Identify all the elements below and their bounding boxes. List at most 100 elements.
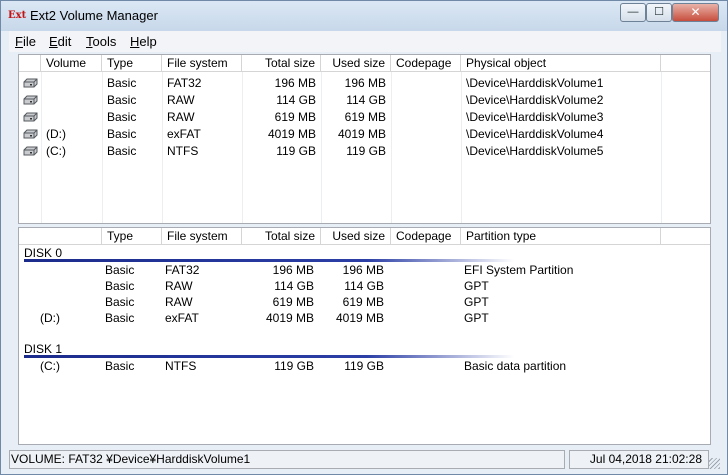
- header-volume[interactable]: [19, 228, 102, 245]
- cell-type: Basic: [105, 263, 135, 277]
- minimize-button[interactable]: —: [620, 3, 646, 22]
- header-icon-column[interactable]: [19, 55, 41, 72]
- cell-file-system: RAW: [165, 295, 193, 309]
- cell-used-size: 4019 MB: [337, 127, 386, 141]
- window-title: Ext2 Volume Manager: [30, 8, 158, 23]
- volume-row[interactable]: Basic FAT32 196 MB 196 MB \Device\Harddi…: [19, 75, 710, 92]
- partition-list[interactable]: Type File system Total size Used size Co…: [18, 227, 711, 445]
- cell-total-size: 196 MB: [274, 76, 316, 90]
- cell-type: Basic: [105, 295, 135, 309]
- cell-total-size: 114 GB: [274, 279, 314, 293]
- hard-disk-icon: [23, 78, 38, 88]
- cell-codepage: [391, 109, 461, 126]
- volume-list[interactable]: Volume Type File system Total size Used …: [18, 54, 711, 224]
- cell-file-system: NTFS: [165, 359, 197, 373]
- cell-type: Basic: [105, 311, 135, 325]
- cell-codepage: [389, 358, 459, 375]
- cell-physical-object: \Device\HarddiskVolume2: [466, 93, 604, 107]
- partition-row[interactable]: Basic FAT32 196 MB 196 MB EFI System Par…: [19, 262, 710, 279]
- cell-volume: (D:): [40, 311, 60, 325]
- cell-total-size: 4019 MB: [267, 127, 316, 141]
- maximize-button[interactable]: ☐: [646, 3, 672, 22]
- status-volume-info: VOLUME: FAT32 ¥Device¥HarddiskVolume1: [9, 450, 565, 469]
- hard-disk-icon: [23, 95, 38, 105]
- cell-file-system: RAW: [165, 279, 193, 293]
- hard-disk-icon: [23, 146, 38, 156]
- header-total-size[interactable]: Total size: [242, 228, 321, 245]
- cell-total-size: 619 MB: [274, 110, 316, 124]
- cell-total-size: 114 GB: [276, 93, 316, 107]
- header-file-system[interactable]: File system: [162, 228, 242, 245]
- resize-grip-icon[interactable]: [709, 458, 720, 469]
- cell-volume: (D:): [46, 127, 66, 141]
- cell-codepage: [391, 143, 461, 160]
- cell-volume: [41, 75, 102, 92]
- header-type[interactable]: Type: [102, 55, 162, 72]
- title-bar[interactable]: Ext Ext2 Volume Manager — ☐ ✕: [1, 1, 727, 31]
- cell-type: Basic: [107, 110, 137, 124]
- cell-codepage: [391, 126, 461, 143]
- volume-row[interactable]: (C:) Basic NTFS 119 GB 119 GB \Device\Ha…: [19, 143, 710, 160]
- header-file-system[interactable]: File system: [162, 55, 242, 72]
- cell-type: Basic: [107, 93, 137, 107]
- cell-physical-object: \Device\HarddiskVolume5: [466, 144, 604, 158]
- cell-physical-object: \Device\HarddiskVolume4: [466, 127, 604, 141]
- cell-used-size: 114 GB: [344, 279, 384, 293]
- cell-volume: [41, 92, 102, 109]
- status-bar: VOLUME: FAT32 ¥Device¥HarddiskVolume1 Ju…: [9, 450, 721, 470]
- hard-disk-icon: [23, 112, 38, 122]
- partition-row[interactable]: (C:) Basic NTFS 119 GB 119 GB Basic data…: [19, 358, 710, 375]
- cell-file-system: exFAT: [167, 127, 201, 141]
- header-total-size[interactable]: Total size: [242, 55, 321, 72]
- cell-used-size: 196 MB: [344, 76, 386, 90]
- menu-help[interactable]: Help: [130, 34, 157, 49]
- header-physical-object[interactable]: Physical object: [461, 55, 661, 72]
- disk-0-label[interactable]: DISK 0: [24, 246, 62, 260]
- cell-type: Basic: [105, 279, 135, 293]
- close-button[interactable]: ✕: [672, 3, 719, 22]
- cell-file-system: RAW: [167, 93, 195, 107]
- cell-codepage: [391, 75, 461, 92]
- menu-tools[interactable]: Tools: [86, 34, 116, 49]
- header-volume[interactable]: Volume: [41, 55, 102, 72]
- cell-partition-type: EFI System Partition: [464, 263, 574, 277]
- cell-type: Basic: [107, 127, 137, 141]
- cell-volume: [35, 262, 102, 279]
- cell-partition-type: GPT: [464, 295, 489, 309]
- disk-1-label[interactable]: DISK 1: [24, 342, 62, 356]
- cell-used-size: 4019 MB: [335, 311, 384, 325]
- app-window: Ext Ext2 Volume Manager — ☐ ✕ File Edit …: [0, 0, 728, 475]
- cell-physical-object: \Device\HarddiskVolume1: [466, 76, 604, 90]
- header-used-size[interactable]: Used size: [321, 55, 391, 72]
- volume-row[interactable]: Basic RAW 619 MB 619 MB \Device\Harddisk…: [19, 109, 710, 126]
- volume-row[interactable]: Basic RAW 114 GB 114 GB \Device\Harddisk…: [19, 92, 710, 109]
- cell-partition-type: Basic data partition: [464, 359, 567, 373]
- menu-edit[interactable]: Edit: [49, 34, 71, 49]
- cell-partition-type: GPT: [464, 279, 489, 293]
- cell-codepage: [389, 278, 459, 295]
- ext2-app-icon: Ext: [8, 10, 27, 21]
- partition-row[interactable]: Basic RAW 114 GB 114 GB GPT: [19, 278, 710, 295]
- volume-row[interactable]: (D:) Basic exFAT 4019 MB 4019 MB \Device…: [19, 126, 710, 143]
- cell-total-size: 119 GB: [276, 144, 316, 158]
- cell-physical-object: \Device\HarddiskVolume3: [466, 110, 604, 124]
- cell-volume: (C:): [40, 359, 60, 373]
- header-codepage[interactable]: Codepage: [391, 55, 461, 72]
- cell-volume: [41, 109, 102, 126]
- cell-partition-type: GPT: [464, 311, 489, 325]
- partition-row[interactable]: (D:) Basic exFAT 4019 MB 4019 MB GPT: [19, 310, 710, 327]
- menu-bar: File Edit Tools Help: [9, 31, 721, 52]
- header-type[interactable]: Type: [102, 228, 162, 245]
- cell-used-size: 119 GB: [346, 144, 386, 158]
- partition-row[interactable]: Basic RAW 619 MB 619 MB GPT: [19, 294, 710, 311]
- hard-disk-icon: [23, 129, 38, 139]
- menu-file[interactable]: File: [15, 34, 36, 49]
- header-partition-type[interactable]: Partition type: [461, 228, 661, 245]
- cell-total-size: 619 MB: [272, 295, 314, 309]
- cell-total-size: 4019 MB: [265, 311, 314, 325]
- cell-type: Basic: [107, 144, 137, 158]
- header-used-size[interactable]: Used size: [321, 228, 391, 245]
- cell-total-size: 119 GB: [274, 359, 314, 373]
- header-codepage[interactable]: Codepage: [391, 228, 461, 245]
- cell-type: Basic: [107, 76, 137, 90]
